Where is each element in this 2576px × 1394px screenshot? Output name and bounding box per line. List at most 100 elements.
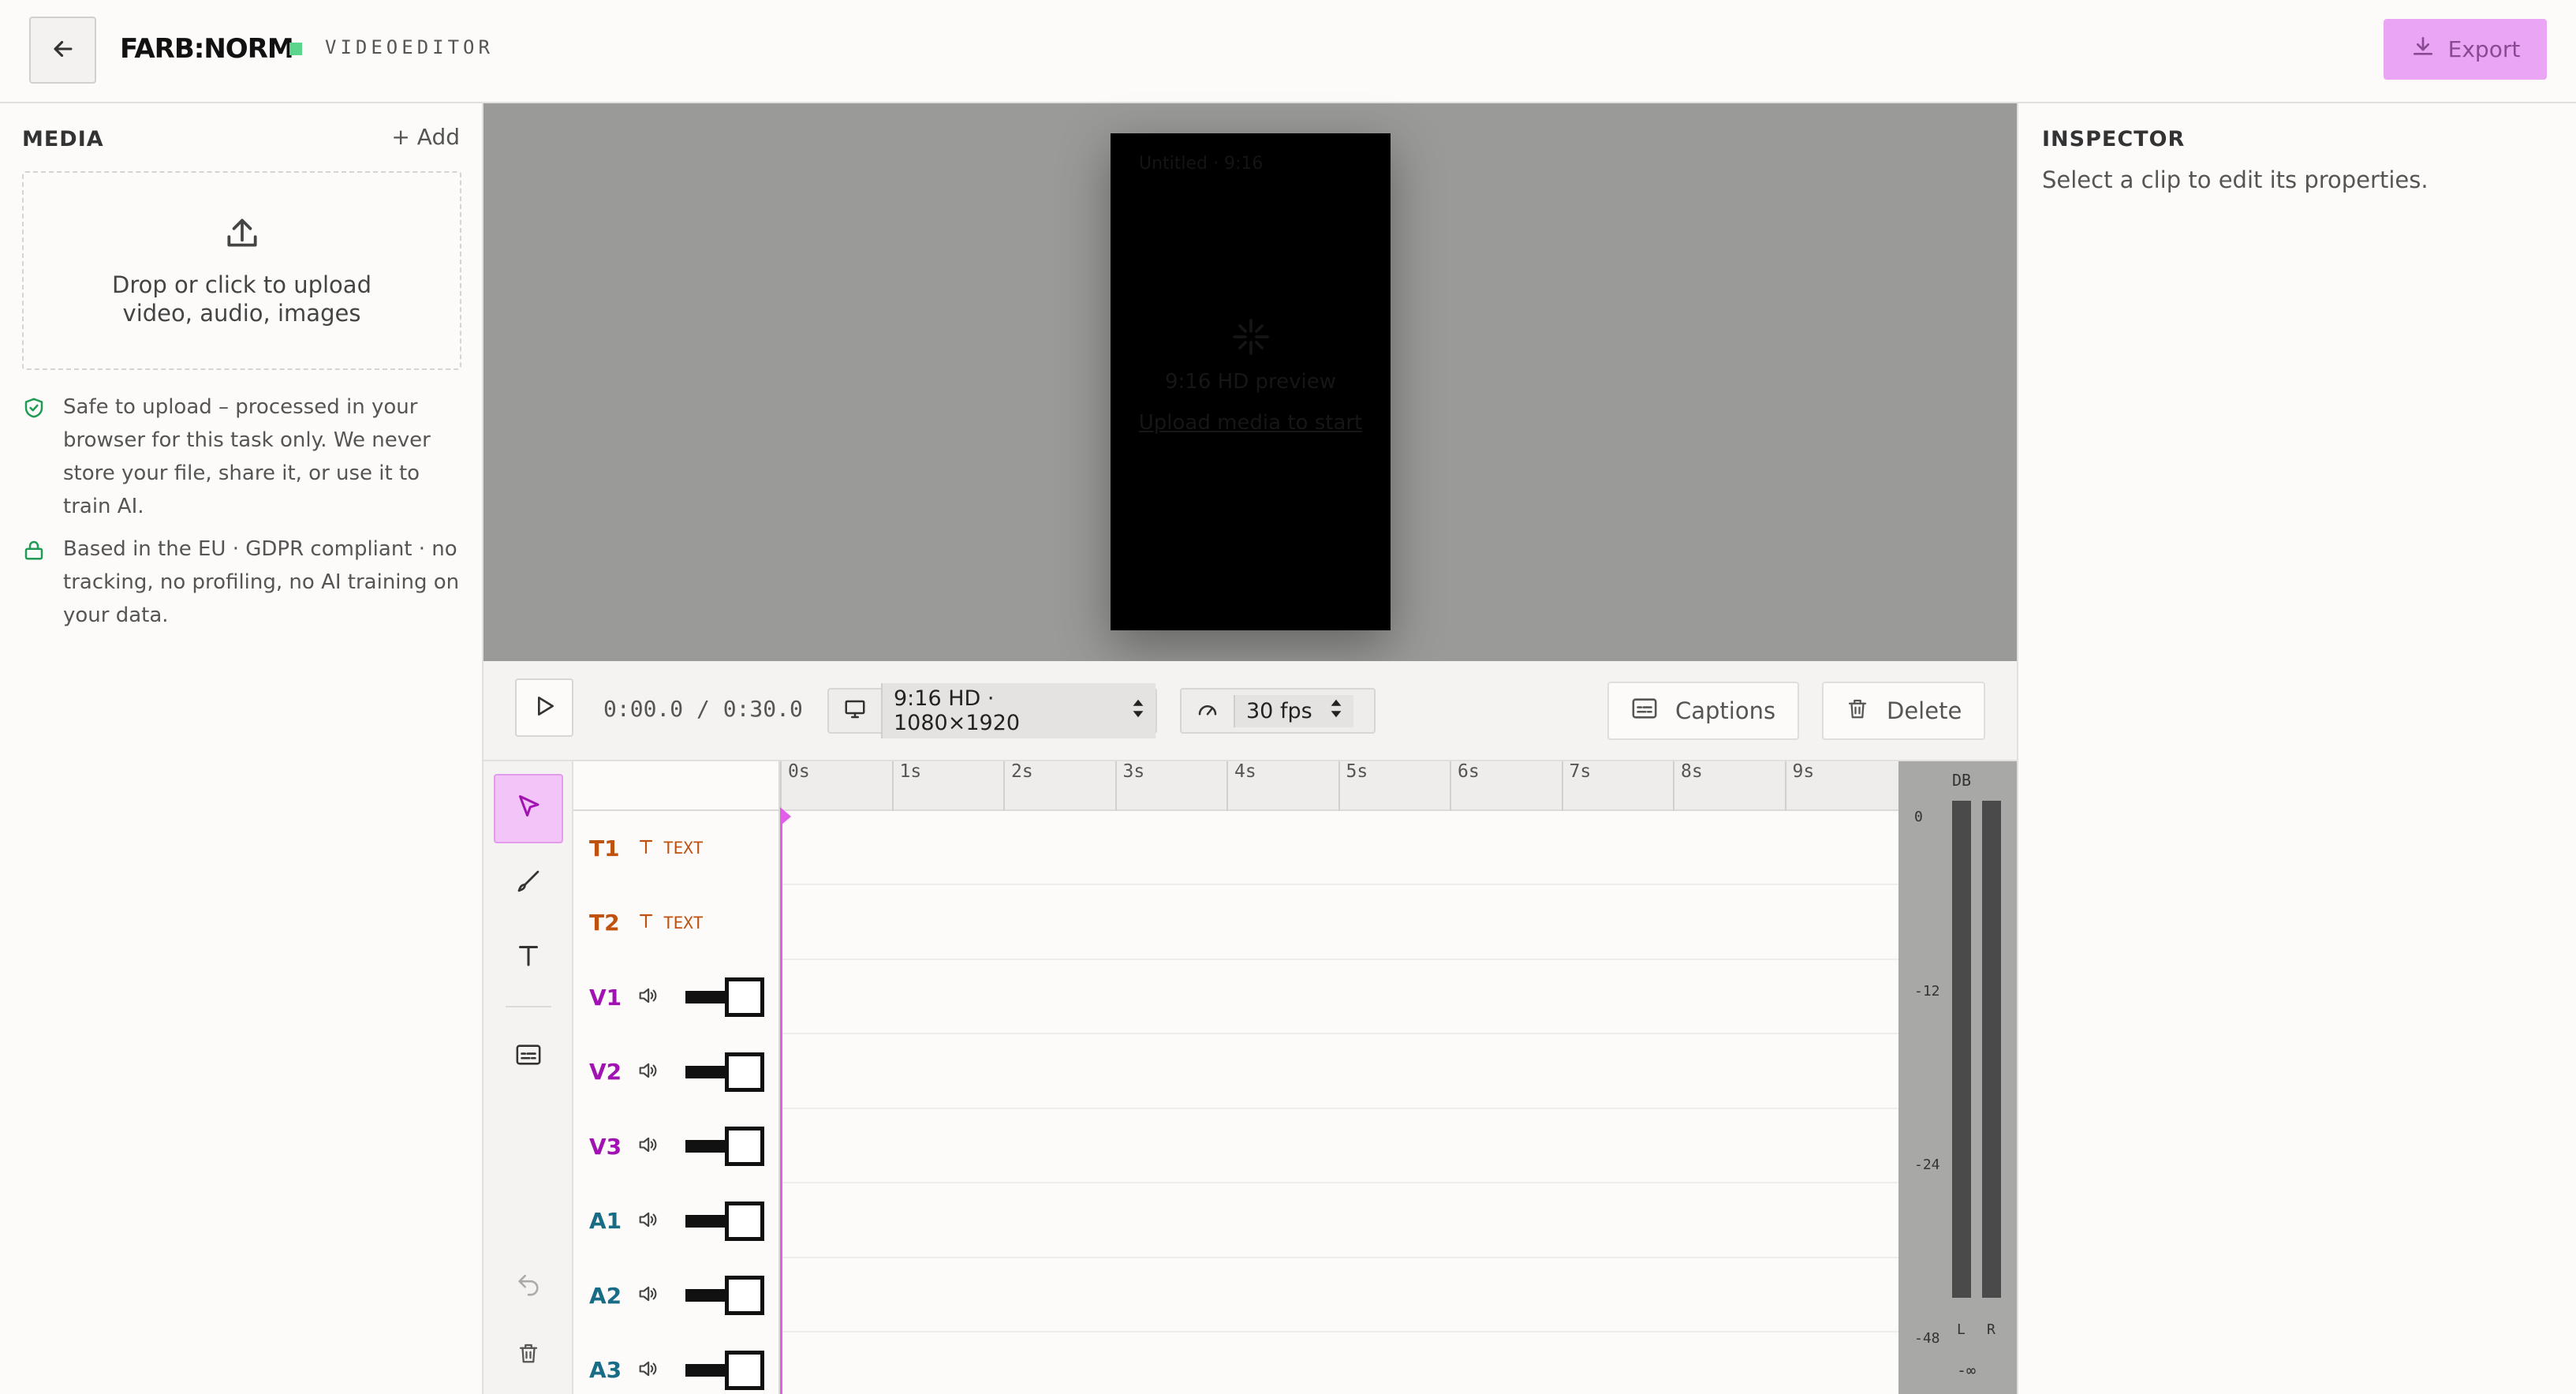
track-lane-a2[interactable] (780, 1258, 1898, 1332)
captions-icon (1631, 697, 1658, 726)
export-button[interactable]: Export (2384, 19, 2547, 80)
ruler-tick: 3s (1114, 761, 1144, 811)
preview-area: Untitled · 9:16 9:16 HD preview Upload m… (483, 103, 2017, 661)
brand-dot (289, 43, 302, 55)
track-header-t2[interactable]: T2 TEXT (573, 886, 780, 960)
text-icon (637, 910, 655, 935)
track-header-a2[interactable]: A2 (573, 1258, 780, 1332)
track-header-v1[interactable]: V1 (573, 960, 780, 1034)
preview-upload-link[interactable]: Upload media to start (1111, 411, 1391, 435)
preview-top-hint: Untitled · 9:16 (1139, 154, 1264, 174)
add-media-button[interactable]: + Add (391, 124, 460, 150)
volume-icon[interactable] (637, 985, 659, 1010)
timeline-lanes[interactable]: 0s 1s 2s 3s 4s 5s 6s 7s 8s 9s (780, 761, 1898, 1394)
ruler-tick: 6s (1450, 761, 1480, 811)
speedometer-icon (1196, 697, 1219, 724)
track-lane-t2[interactable] (780, 886, 1898, 960)
track-toggle[interactable] (685, 1201, 764, 1241)
toggle-knob (725, 977, 764, 1017)
text-tool-button[interactable] (494, 922, 563, 992)
track-header-v2[interactable]: V2 (573, 1035, 780, 1109)
volume-icon[interactable] (637, 1358, 659, 1383)
ruler-corner (573, 761, 780, 811)
track-name: V1 (589, 984, 622, 1011)
trash-icon (517, 1340, 540, 1370)
track-lane-v2[interactable] (780, 1035, 1898, 1109)
dropzone-text: Drop or click to upload video, audio, im… (112, 271, 371, 327)
privacy-note-text: Safe to upload – processed in your brows… (63, 395, 431, 518)
captions-tool-button[interactable] (494, 1022, 563, 1091)
ruler-tick-label: 5s (1346, 761, 1368, 782)
media-panel: MEDIA + Add Drop or click to upload vide… (0, 103, 483, 1394)
track-lane-a3[interactable] (780, 1333, 1898, 1394)
track-name: V2 (589, 1059, 622, 1085)
volume-icon[interactable] (637, 1060, 659, 1085)
track-toggle[interactable] (685, 1350, 764, 1390)
time-ruler[interactable]: 0s 1s 2s 3s 4s 5s 6s 7s 8s 9s (780, 761, 1898, 811)
toggle-knob (725, 1127, 764, 1166)
volume-icon[interactable] (637, 1209, 659, 1234)
track-toggle[interactable] (685, 977, 764, 1017)
resolution-value: 9:16 HD · 1080×1920 (894, 686, 1021, 735)
fps-select[interactable]: 30 fps (1180, 688, 1376, 734)
track-tag-label: TEXT (663, 839, 704, 858)
track-lane-v3[interactable] (780, 1109, 1898, 1183)
undo-button[interactable] (494, 1250, 563, 1320)
shield-check-icon (22, 391, 47, 523)
track-name: A1 (589, 1208, 622, 1234)
upload-dropzone[interactable]: Drop or click to upload video, audio, im… (22, 171, 461, 370)
back-button[interactable] (29, 17, 96, 84)
track-header-v3[interactable]: V3 (573, 1109, 780, 1183)
delete-button[interactable]: Delete (1822, 682, 1986, 740)
track-header-t1[interactable]: T1 TEXT (573, 811, 780, 885)
track-header-a1[interactable]: A1 (573, 1184, 780, 1258)
ruler-tick-label: 6s (1458, 761, 1480, 782)
arrow-left-icon (50, 36, 77, 65)
monitor-icon (843, 697, 867, 724)
track-headers: T1 TEXT T2 TEXT V1 V2 V3 A1 A2 A3 (573, 761, 780, 1394)
track-toggle[interactable] (685, 1052, 764, 1092)
track-toggle[interactable] (685, 1276, 764, 1315)
toggle-knob (725, 1350, 764, 1390)
gdpr-note-text: Based in the EU · GDPR compliant · no tr… (63, 537, 460, 627)
track-toggle[interactable] (685, 1127, 764, 1166)
meter-left-label: L (1957, 1321, 1966, 1338)
meter-channel-left (1952, 801, 1971, 1298)
preview-canvas[interactable]: Untitled · 9:16 9:16 HD preview Upload m… (1111, 133, 1391, 630)
lock-icon (22, 533, 47, 632)
app-header: FARB:NORM VIDEOEDITOR Export (0, 0, 2576, 103)
track-type-tag: TEXT (637, 910, 704, 935)
track-lane-a1[interactable] (780, 1184, 1898, 1258)
track-header-a3[interactable]: A3 (573, 1333, 780, 1394)
text-icon (637, 836, 655, 861)
volume-icon[interactable] (637, 1283, 659, 1308)
select-tool-button[interactable] (494, 774, 563, 843)
brush-tool-button[interactable] (494, 848, 563, 917)
resolution-select[interactable]: 9:16 HD · 1080×1920 (827, 683, 1157, 738)
fps-value: 30 fps (1246, 698, 1312, 723)
ruler-tick: 9s (1784, 761, 1814, 811)
captions-button[interactable]: Captions (1607, 682, 1800, 740)
volume-icon[interactable] (637, 1134, 659, 1159)
meter-level-0: 0 (1914, 809, 1923, 825)
brush-tool-icon (514, 867, 543, 899)
toggle-knob (725, 1276, 764, 1315)
ruler-tick: 1s (891, 761, 921, 811)
rail-divider (506, 1006, 551, 1007)
app-subtitle: VIDEOEDITOR (325, 36, 494, 58)
ruler-tick: 5s (1338, 761, 1368, 811)
timecode: 0:00.0 / 0:30.0 (603, 696, 803, 722)
rail-delete-button[interactable] (494, 1320, 563, 1389)
transport-bar: 0:00.0 / 0:30.0 9:16 HD · 1080×1920 30 f… (483, 661, 2017, 761)
track-lane-t1[interactable] (780, 811, 1898, 885)
export-label: Export (2447, 36, 2521, 62)
media-title: MEDIA (22, 127, 104, 151)
track-name: T1 (589, 835, 620, 861)
ruler-tick-label: 9s (1792, 761, 1815, 782)
select-arrows-icon (1132, 698, 1144, 724)
track-lane-v1[interactable] (780, 960, 1898, 1034)
playhead-handle[interactable] (780, 807, 791, 826)
play-button[interactable] (515, 678, 573, 737)
ruler-tick: 0s (780, 761, 810, 811)
playhead[interactable] (780, 811, 782, 1394)
